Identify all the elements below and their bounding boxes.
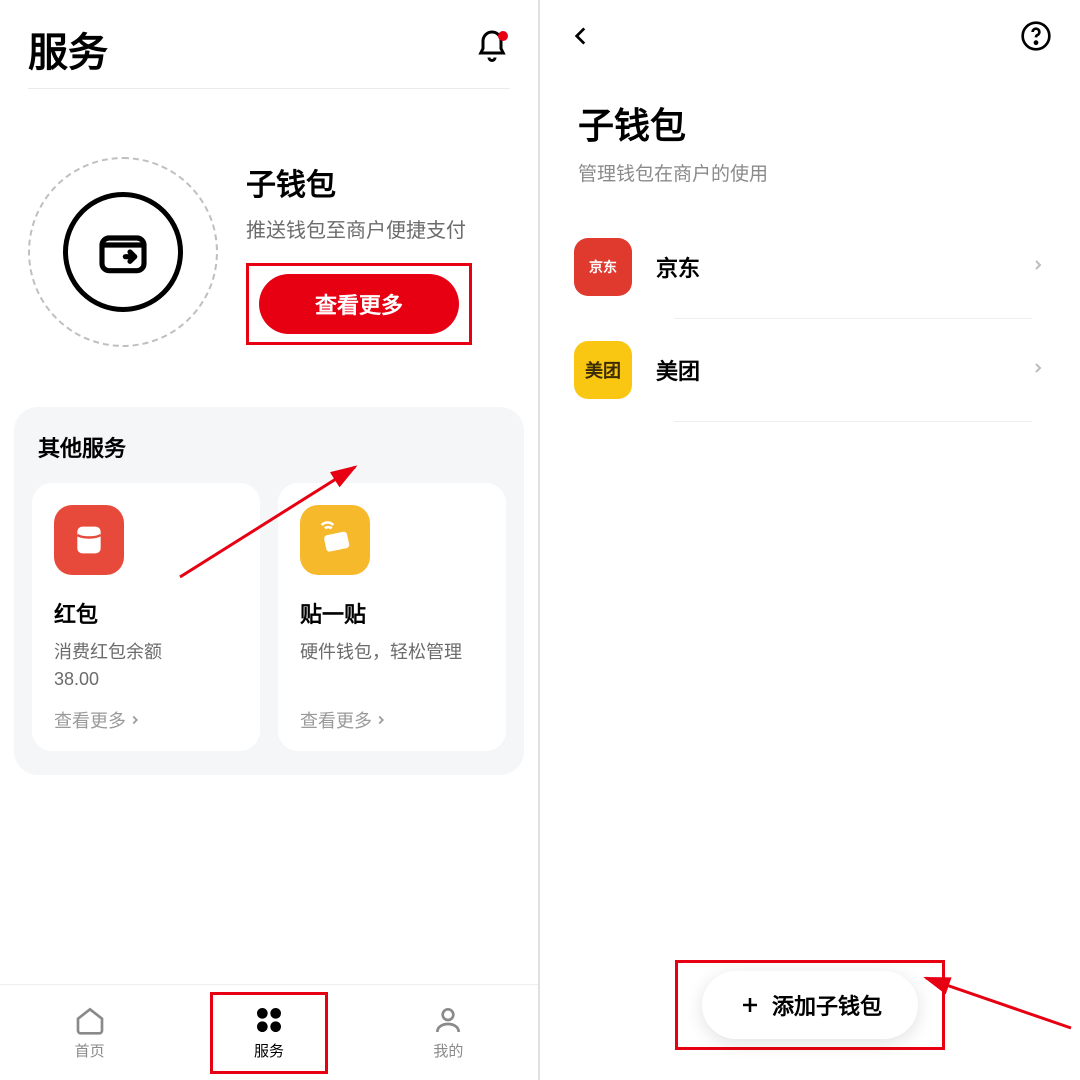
tap-icon	[300, 505, 370, 575]
redpacket-icon	[54, 505, 124, 575]
other-services-section: 其他服务 红包 消费红包余额 38.00 查看更多	[14, 407, 524, 775]
services-screen: 服务 子钱包 推送钱包至商户便捷支付 查看更多	[0, 0, 540, 1080]
annotation-highlight	[210, 992, 328, 1074]
tab-label: 我的	[433, 1040, 463, 1061]
add-subwallet-button[interactable]: 添加子钱包	[702, 971, 918, 1039]
annotation-highlight: 查看更多	[246, 263, 472, 345]
subwallet-hero: 子钱包 推送钱包至商户便捷支付 查看更多	[0, 117, 538, 407]
header	[540, 0, 1080, 77]
hero-icon-circle	[63, 192, 183, 312]
merchant-name: 美团	[656, 354, 1030, 386]
title-block: 子钱包 管理钱包在商户的使用	[540, 77, 1080, 216]
bottom-tabbar: 首页 服务 我的	[0, 984, 538, 1080]
chevron-right-icon	[128, 713, 142, 727]
tab-home[interactable]: 首页	[0, 985, 179, 1080]
help-icon	[1020, 20, 1052, 52]
user-icon	[432, 1004, 464, 1036]
section-title: 其他服务	[38, 431, 506, 463]
view-more-button[interactable]: 查看更多	[259, 274, 459, 334]
hero-subtitle: 推送钱包至商户便捷支付	[246, 214, 510, 243]
page-subtitle: 管理钱包在商户的使用	[578, 159, 1042, 186]
hero-text: 子钱包 推送钱包至商户便捷支付 查看更多	[246, 160, 510, 345]
subwallet-screen: 子钱包 管理钱包在商户的使用 京东 京东 美团 美团 添加子钱包	[540, 0, 1080, 1080]
tab-mine[interactable]: 我的	[359, 985, 538, 1080]
card-desc-line2: 38.00	[54, 669, 99, 689]
chevron-right-icon	[1030, 360, 1046, 381]
merchant-list: 京东 京东 美团 美团	[540, 216, 1080, 422]
divider	[674, 421, 1032, 422]
meituan-icon: 美团	[574, 341, 632, 399]
card-desc: 硬件钱包，轻松管理	[300, 639, 484, 693]
card-title: 红包	[54, 597, 238, 629]
notifications-button[interactable]	[474, 29, 510, 70]
card-desc-line1: 硬件钱包，轻松管理	[300, 642, 462, 662]
page-title: 服务	[28, 20, 108, 78]
jd-icon: 京东	[574, 238, 632, 296]
page-title: 子钱包	[578, 97, 1042, 149]
hero-icon-frame	[28, 157, 218, 347]
header: 服务	[0, 0, 538, 88]
home-icon	[74, 1004, 106, 1036]
card-link[interactable]: 查看更多	[54, 707, 238, 733]
card-link-label: 查看更多	[300, 707, 372, 733]
chevron-left-icon	[568, 23, 594, 49]
tab-label: 首页	[75, 1040, 105, 1061]
wallet-arrow-icon	[95, 224, 151, 280]
card-title: 贴一贴	[300, 597, 484, 629]
help-button[interactable]	[1020, 20, 1052, 57]
tap-card[interactable]: 贴一贴 硬件钱包，轻松管理 查看更多	[278, 483, 506, 751]
hero-title: 子钱包	[246, 160, 510, 204]
card-link[interactable]: 查看更多	[300, 707, 484, 733]
merchant-item-jd[interactable]: 京东 京东	[564, 216, 1056, 318]
divider	[28, 88, 510, 89]
notification-dot	[498, 31, 508, 41]
annotation-highlight: 添加子钱包	[675, 960, 945, 1050]
card-link-label: 查看更多	[54, 707, 126, 733]
chevron-right-icon	[374, 713, 388, 727]
merchant-name: 京东	[656, 251, 1030, 283]
plus-icon	[738, 993, 762, 1017]
merchant-item-meituan[interactable]: 美团 美团	[564, 319, 1056, 421]
chevron-right-icon	[1030, 257, 1046, 278]
service-cards: 红包 消费红包余额 38.00 查看更多 贴一贴 硬件钱包，轻松管理	[32, 483, 506, 751]
fab-area: 添加子钱包	[540, 960, 1080, 1050]
card-desc: 消费红包余额 38.00	[54, 639, 238, 693]
back-button[interactable]	[568, 23, 594, 54]
redpacket-card[interactable]: 红包 消费红包余额 38.00 查看更多	[32, 483, 260, 751]
card-desc-line1: 消费红包余额	[54, 642, 162, 662]
fab-label: 添加子钱包	[772, 989, 882, 1021]
